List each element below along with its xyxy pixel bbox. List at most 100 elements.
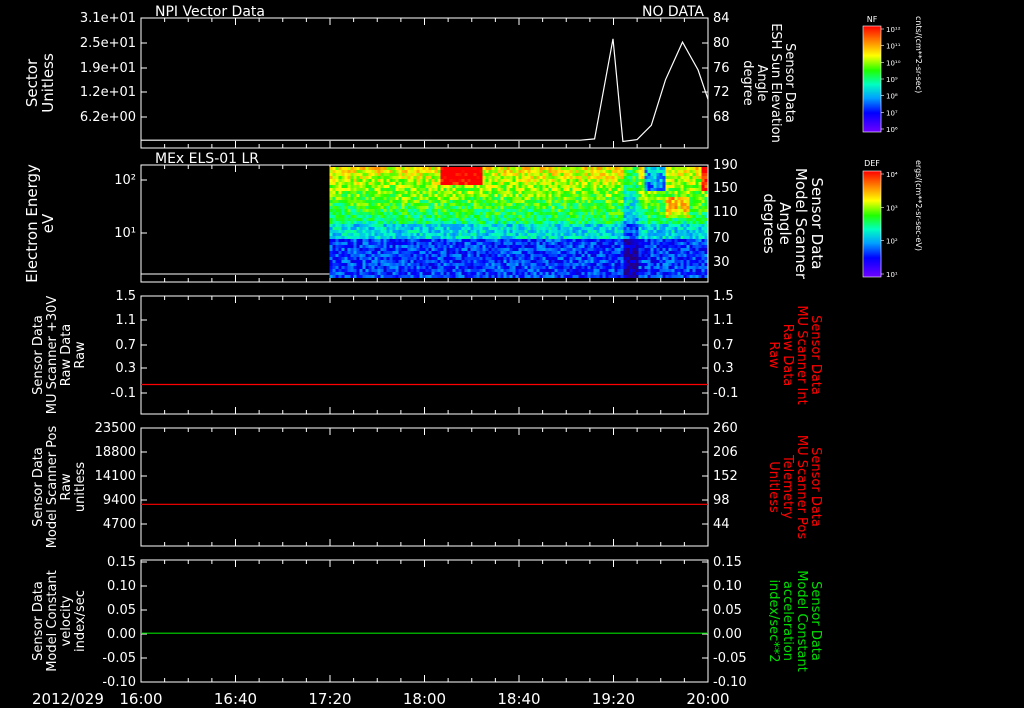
heat-cell — [338, 272, 342, 275]
heat-cell — [377, 251, 381, 254]
heat-cell — [383, 230, 387, 233]
heat-cell — [668, 167, 672, 170]
heat-cell — [587, 254, 591, 257]
heat-cell — [701, 182, 705, 185]
heat-cell — [404, 257, 408, 260]
heat-cell — [338, 239, 342, 242]
heat-cell — [521, 242, 525, 245]
heat-cell — [599, 179, 603, 182]
heat-cell — [509, 197, 513, 200]
heat-cell — [485, 239, 489, 242]
heat-cell — [401, 209, 405, 212]
heat-cell — [623, 215, 627, 218]
heat-cell — [443, 251, 447, 254]
heat-cell — [626, 260, 630, 263]
heat-cell — [524, 200, 528, 203]
heat-cell — [479, 275, 483, 278]
heat-cell — [533, 269, 537, 272]
heat-cell — [620, 167, 624, 170]
heat-cell — [341, 200, 345, 203]
heat-cell — [404, 221, 408, 224]
heat-cell — [470, 272, 474, 275]
heat-cell — [437, 167, 441, 170]
heat-cell — [671, 239, 675, 242]
heat-cell — [467, 242, 471, 245]
heat-cell — [698, 254, 702, 257]
heat-cell — [350, 215, 354, 218]
heat-cell — [353, 179, 357, 182]
heat-cell — [503, 200, 507, 203]
heat-cell — [641, 230, 645, 233]
heat-cell — [671, 233, 675, 236]
heat-cell — [506, 167, 510, 170]
heat-cell — [422, 200, 426, 203]
heat-cell — [347, 221, 351, 224]
panel-title: MEx ELS-01 LR — [155, 151, 259, 167]
heat-cell — [395, 173, 399, 176]
heat-cell — [383, 254, 387, 257]
heat-cell — [575, 215, 579, 218]
heat-cell — [647, 257, 651, 260]
heat-cell — [488, 233, 492, 236]
heat-cell — [503, 251, 507, 254]
heat-cell — [671, 218, 675, 221]
heat-cell — [383, 218, 387, 221]
heat-cell — [683, 203, 687, 206]
heat-cell — [407, 221, 411, 224]
heat-cell — [545, 185, 549, 188]
heat-cell — [563, 188, 567, 191]
heat-cell — [608, 194, 612, 197]
heat-cell — [656, 206, 660, 209]
heat-cell — [569, 203, 573, 206]
heat-cell — [614, 176, 618, 179]
heat-cell — [479, 239, 483, 242]
heat-cell — [455, 251, 459, 254]
heat-cell — [422, 260, 426, 263]
heat-cell — [578, 203, 582, 206]
heat-cell — [362, 185, 366, 188]
heat-cell — [704, 257, 708, 260]
heat-cell — [428, 263, 432, 266]
heat-cell — [362, 191, 366, 194]
heat-cell — [509, 206, 513, 209]
heat-cell — [341, 242, 345, 245]
heat-cell — [611, 197, 615, 200]
heat-cell — [701, 212, 705, 215]
heat-cell — [635, 188, 639, 191]
heat-cell — [593, 200, 597, 203]
heat-cell — [518, 275, 522, 278]
heat-cell — [503, 242, 507, 245]
heat-cell — [587, 245, 591, 248]
heat-cell — [596, 257, 600, 260]
panel-status: NO DATA — [642, 4, 704, 20]
heat-cell — [341, 245, 345, 248]
heat-cell — [704, 254, 708, 257]
heat-cell — [428, 224, 432, 227]
heat-cell — [584, 230, 588, 233]
heat-cell — [344, 221, 348, 224]
heat-cell — [404, 248, 408, 251]
heat-cell — [590, 248, 594, 251]
heat-cell — [383, 182, 387, 185]
heat-cell — [398, 242, 402, 245]
heat-cell — [518, 269, 522, 272]
heat-cell — [524, 185, 528, 188]
heat-cell — [572, 269, 576, 272]
heat-cell — [599, 227, 603, 230]
heat-cell — [332, 188, 336, 191]
heat-cell — [521, 275, 525, 278]
heat-cell — [650, 206, 654, 209]
heat-cell — [554, 179, 558, 182]
heat-cell — [560, 185, 564, 188]
heat-cell — [416, 257, 420, 260]
y-label-right: Sensor Data — [808, 315, 823, 395]
heat-cell — [560, 206, 564, 209]
heat-cell — [455, 248, 459, 251]
heat-cell — [338, 245, 342, 248]
heat-cell — [464, 269, 468, 272]
heat-cell — [611, 206, 615, 209]
heat-cell — [377, 212, 381, 215]
heat-cell — [686, 191, 690, 194]
heat-cell — [440, 236, 444, 239]
heat-cell — [671, 263, 675, 266]
